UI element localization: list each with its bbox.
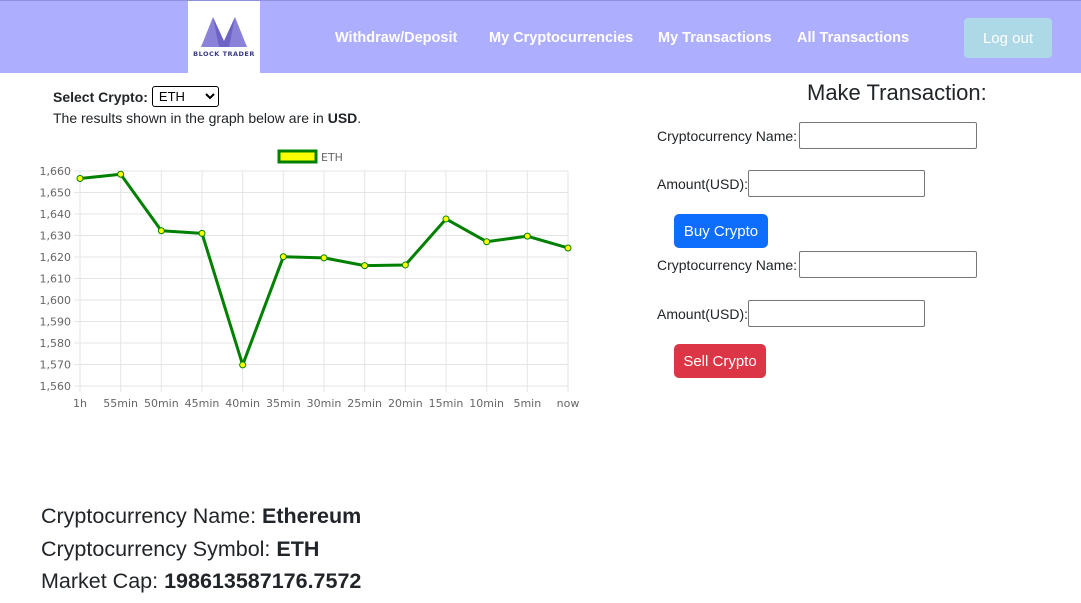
x-tick-label: 5min bbox=[513, 397, 541, 410]
buy-name-input[interactable] bbox=[799, 122, 977, 149]
crypto-symbol-label: Cryptocurrency Symbol: bbox=[41, 537, 277, 561]
x-tick-label: 45min bbox=[185, 397, 220, 410]
y-tick-label: 1,610 bbox=[40, 273, 72, 286]
x-tick-label: 20min bbox=[388, 397, 423, 410]
crypto-name-value: Ethereum bbox=[262, 504, 362, 528]
x-tick-label: 55min bbox=[103, 397, 138, 410]
price-chart-svg: 1,660 1,650 1,640 1,630 1,620 1,610 1,600 1,590… bbox=[40, 149, 580, 410]
market-cap-label: Market Cap: bbox=[41, 569, 165, 593]
logo[interactable]: BLOCK TRADER bbox=[188, 1, 260, 74]
y-tick-label: 1,630 bbox=[40, 230, 72, 243]
data-point bbox=[361, 262, 369, 270]
data-point bbox=[483, 238, 491, 246]
x-tick-label: now bbox=[557, 397, 580, 410]
sell-amount-input[interactable] bbox=[748, 300, 925, 327]
y-tick-label: 1,640 bbox=[40, 208, 72, 221]
data-point bbox=[76, 175, 84, 183]
x-tick-label: 25min bbox=[347, 397, 382, 410]
x-tick-label: 35min bbox=[266, 397, 301, 410]
x-tick-label: 40min bbox=[225, 397, 260, 410]
price-chart: 1,660 1,650 1,640 1,630 1,620 1,610 1,600 1,590… bbox=[0, 140, 600, 420]
nav-link-withdraw-deposit[interactable]: Withdraw/Deposit bbox=[335, 30, 457, 46]
market-cap-value: 198613587176.7572 bbox=[164, 569, 362, 593]
results-note-text: The results shown in the graph below are… bbox=[53, 110, 328, 126]
y-tick-label: 1,560 bbox=[40, 380, 72, 393]
crypto-name-label: Cryptocurrency Name: bbox=[41, 504, 263, 528]
data-point bbox=[198, 229, 206, 237]
crypto-name-info: Cryptocurrency Name: Ethereum bbox=[41, 504, 361, 529]
crypto-select-row: Select Crypto: ETH bbox=[53, 86, 219, 107]
legend-swatch bbox=[277, 149, 318, 164]
sell-name-input[interactable] bbox=[799, 251, 977, 278]
sell-amount-label: Amount(USD): bbox=[657, 306, 749, 322]
navbar: BLOCK TRADER Withdraw/Deposit My Cryptoc… bbox=[0, 0, 1081, 74]
x-tick-label: 15min bbox=[429, 397, 464, 410]
logo-text: BLOCK TRADER bbox=[193, 50, 255, 58]
y-tick-label: 1,620 bbox=[40, 251, 72, 264]
crypto-select[interactable]: ETH bbox=[151, 86, 219, 107]
sell-name-label: Cryptocurrency Name: bbox=[657, 257, 798, 273]
results-note: The results shown in the graph below are… bbox=[53, 110, 361, 126]
buy-amount-label: Amount(USD): bbox=[657, 176, 749, 192]
legend-label: ETH bbox=[321, 151, 343, 164]
crypto-symbol-value: ETH bbox=[276, 537, 320, 561]
y-tick-label: 1,600 bbox=[40, 294, 72, 307]
y-tick-label: 1,580 bbox=[40, 337, 72, 350]
logout-button[interactable]: Log out bbox=[964, 18, 1052, 58]
y-tick-label: 1,590 bbox=[40, 316, 72, 329]
crypto-symbol-info: Cryptocurrency Symbol: ETH bbox=[41, 537, 319, 562]
buy-crypto-button[interactable]: Buy Crypto bbox=[674, 214, 768, 248]
x-tick-label: 10min bbox=[469, 397, 504, 410]
y-tick-label: 1,570 bbox=[40, 359, 72, 372]
x-tick-label: 50min bbox=[144, 397, 179, 410]
nav-link-my-cryptocurrencies[interactable]: My Cryptocurrencies bbox=[489, 30, 633, 46]
x-tick-label: 1h bbox=[73, 397, 87, 410]
data-point bbox=[279, 253, 287, 261]
y-tick-label: 1,660 bbox=[40, 165, 72, 178]
y-tick-label: 1,650 bbox=[40, 187, 72, 200]
data-point bbox=[564, 244, 572, 252]
nav-link-all-transactions[interactable]: All Transactions bbox=[797, 30, 909, 46]
buy-amount-input[interactable] bbox=[748, 170, 925, 197]
x-tick-label: 30min bbox=[307, 397, 342, 410]
data-point bbox=[523, 232, 531, 240]
logo-mark-icon bbox=[201, 17, 247, 47]
data-point bbox=[239, 361, 247, 369]
buy-name-label: Cryptocurrency Name: bbox=[657, 128, 798, 144]
data-point bbox=[401, 261, 409, 269]
make-transaction-title: Make Transaction: bbox=[807, 80, 987, 105]
data-point bbox=[320, 254, 328, 262]
data-point bbox=[117, 170, 125, 178]
data-point bbox=[157, 227, 165, 235]
sell-crypto-button[interactable]: Sell Crypto bbox=[674, 344, 766, 378]
crypto-select-label: Select Crypto: bbox=[53, 88, 148, 105]
data-point bbox=[442, 215, 450, 223]
market-cap-info: Market Cap: 198613587176.7572 bbox=[41, 569, 361, 594]
results-note-suffix: . bbox=[357, 110, 362, 126]
results-note-currency: USD bbox=[327, 110, 358, 126]
nav-link-my-transactions[interactable]: My Transactions bbox=[658, 30, 772, 46]
